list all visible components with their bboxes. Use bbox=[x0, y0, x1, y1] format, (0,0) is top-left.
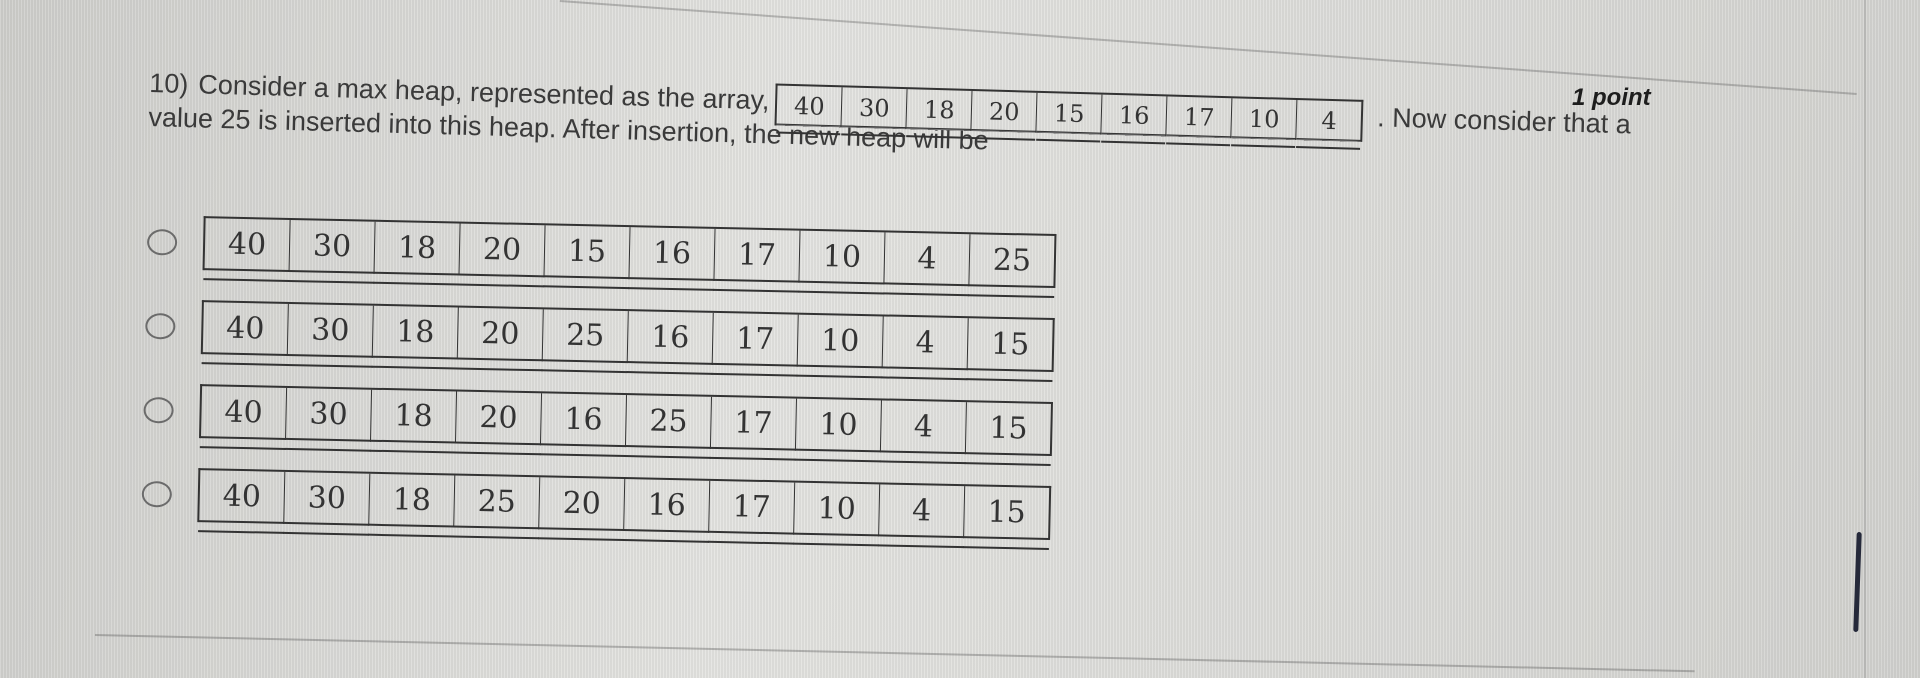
answer-option-4[interactable]: 40 30 18 25 20 16 17 10 4 15 bbox=[141, 452, 1052, 555]
answer-options: 40 30 18 20 15 16 17 10 4 25 40 30 18 20 25 16 17 10 4 15 40… bbox=[141, 200, 1057, 555]
array-cell: 4 bbox=[884, 232, 971, 287]
array-cell: 30 bbox=[287, 303, 374, 358]
radio-button[interactable] bbox=[146, 228, 178, 256]
array-cell: 40 bbox=[202, 302, 289, 356]
array-cell: 17 bbox=[714, 228, 801, 283]
radio-button[interactable] bbox=[141, 480, 173, 508]
option-array: 40 30 18 20 16 25 17 10 4 15 bbox=[199, 384, 1053, 456]
array-cell: 20 bbox=[455, 391, 543, 446]
array-cell: 20 bbox=[971, 90, 1038, 133]
option-array: 40 30 18 20 25 16 17 10 4 15 bbox=[200, 300, 1055, 373]
array-cell: 20 bbox=[459, 223, 546, 278]
array-cell: 30 bbox=[284, 471, 371, 526]
array-cell: 17 bbox=[712, 312, 799, 367]
array-cell: 4 bbox=[879, 484, 966, 539]
radio-button[interactable] bbox=[143, 396, 174, 424]
array-cell: 16 bbox=[624, 479, 711, 533]
array-cell: 10 bbox=[1231, 98, 1298, 141]
array-cell: 30 bbox=[841, 87, 908, 130]
question-block: 10) Consider a max heap, represented as … bbox=[148, 62, 1849, 183]
array-cell: 15 bbox=[964, 486, 1049, 540]
array-cell: 16 bbox=[627, 311, 714, 365]
array-cell: 10 bbox=[797, 314, 884, 369]
array-cell: 30 bbox=[286, 387, 373, 442]
array-cell: 17 bbox=[710, 396, 797, 451]
array-cell: 10 bbox=[799, 230, 886, 285]
array-cell: 40 bbox=[199, 470, 286, 524]
array-cell: 4 bbox=[880, 400, 967, 455]
array-cell: 16 bbox=[629, 227, 716, 281]
array-cell: 4 bbox=[1297, 100, 1362, 142]
array-cell: 25 bbox=[969, 234, 1054, 288]
array-cell: 30 bbox=[289, 219, 376, 274]
array-cell: 25 bbox=[625, 395, 713, 449]
array-cell: 10 bbox=[794, 482, 881, 537]
array-cell: 15 bbox=[968, 318, 1053, 372]
radio-button[interactable] bbox=[145, 312, 176, 340]
array-cell: 18 bbox=[370, 389, 458, 444]
array-cell: 20 bbox=[457, 307, 544, 362]
array-cell: 15 bbox=[966, 402, 1051, 456]
array-cell: 18 bbox=[372, 305, 459, 360]
array-cell: 18 bbox=[906, 89, 973, 131]
array-cell: 40 bbox=[204, 218, 291, 272]
array-cell: 25 bbox=[542, 309, 629, 364]
array-cell: 4 bbox=[882, 316, 969, 371]
array-cell: 17 bbox=[709, 480, 796, 535]
array-cell: 18 bbox=[369, 473, 456, 528]
option-array: 40 30 18 25 20 16 17 10 4 15 bbox=[197, 468, 1052, 540]
array-cell: 16 bbox=[1101, 94, 1168, 137]
array-cell: 15 bbox=[544, 225, 631, 280]
array-cell: 25 bbox=[454, 475, 541, 530]
array-cell: 16 bbox=[540, 393, 628, 448]
option-array: 40 30 18 20 15 16 17 10 4 25 bbox=[202, 216, 1057, 289]
array-cell: 15 bbox=[1036, 92, 1103, 135]
array-cell: 18 bbox=[374, 221, 461, 276]
array-cell: 17 bbox=[1166, 96, 1233, 139]
text-cursor-mark bbox=[1853, 531, 1862, 633]
array-cell: 40 bbox=[776, 85, 843, 128]
card-bottom-edge bbox=[94, 634, 1695, 673]
points-label: 1 point bbox=[1572, 84, 1651, 111]
array-cell: 40 bbox=[201, 386, 288, 440]
array-cell: 10 bbox=[795, 398, 882, 453]
initial-heap-array: 40 30 18 20 15 16 17 10 4 bbox=[774, 83, 1364, 142]
array-cell: 20 bbox=[539, 477, 626, 532]
card-right-edge bbox=[1864, 0, 1866, 678]
